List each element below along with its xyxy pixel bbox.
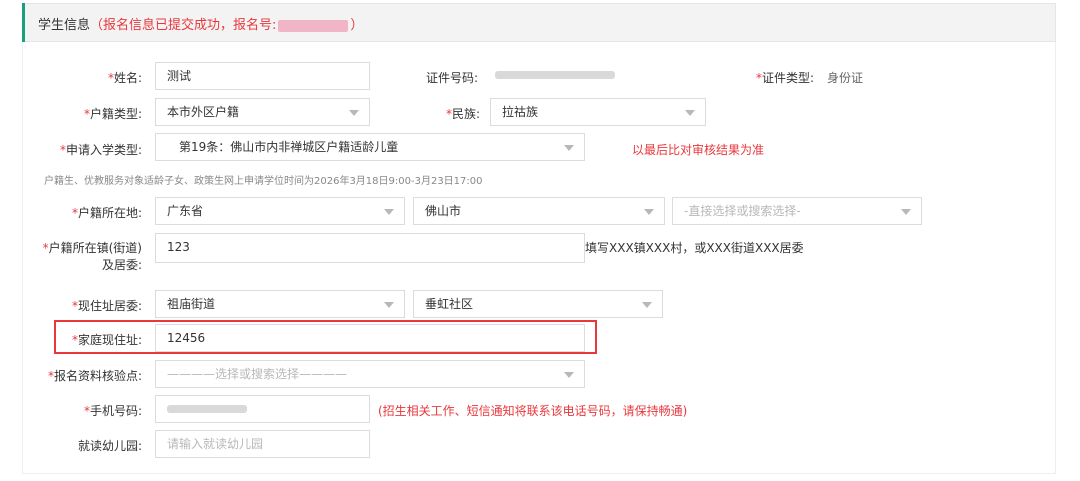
apply-time-hint: 户籍生、优教服务对象适龄子女、政策生网上申请学位时间为2026年3月18日9:0… [44,176,483,187]
ethnicity-label: *民族: [445,107,480,121]
phone-note: (招生相关工作、短信通知将联系该电话号码，请保持畅通) [378,404,688,418]
chevron-down-icon [564,145,574,151]
ethnicity-select[interactable]: 拉祜族 [490,98,706,126]
redacted-id-number [495,71,615,79]
apply-type-select[interactable]: 第19条：佛山市内非禅城区户籍适龄儿童 [155,133,585,161]
chevron-down-icon [384,302,394,308]
phone-label: *手机号码: [83,404,142,418]
verify-point-select[interactable]: ————选择或搜索选择———— [155,360,585,388]
id-type-value: 身份证 [827,71,864,85]
chevron-down-icon [642,302,652,308]
chevron-down-icon [349,110,359,116]
redacted-phone [167,405,247,413]
home-address-label: *家庭现住址: [71,333,142,347]
kindergarten-input[interactable]: 请输入就读幼儿园 [155,430,370,458]
section-title-text: 学生信息 [38,18,91,33]
current-community-select[interactable]: 垂虹社区 [413,290,663,318]
section-title: 学生信息（报名信息已提交成功，报名号: ） [38,14,363,33]
id-number-label: 证件号码: [425,71,478,85]
hukou-location-label: *户籍所在地: [71,206,142,220]
section-accent-bar [22,3,25,42]
chevron-down-icon [564,372,574,378]
hukou-city-select[interactable]: 佛山市 [413,197,665,225]
chevron-down-icon [685,110,695,116]
apply-type-note: 以最后比对审核结果为准 [632,143,765,157]
hukou-type-label: *户籍类型: [83,107,142,121]
verify-point-label: *报名资料核验点: [47,369,142,383]
hukou-province-select[interactable]: 广东省 [155,197,405,225]
current-committee-label: *现住址居委: [71,299,142,313]
hukou-town-input[interactable]: 123 [155,233,585,263]
hukou-type-select[interactable]: 本市外区户籍 [155,98,370,126]
redacted-registration-number [278,19,349,32]
id-type-label: *证件类型: [755,71,814,85]
name-input[interactable]: 测试 [155,62,370,90]
name-label: *姓名: [107,71,142,85]
hukou-district-select[interactable]: -直接选择或搜索选择- [672,197,922,225]
chevron-down-icon [901,209,911,215]
kindergarten-label: 就读幼儿园: [77,439,142,453]
home-address-input[interactable]: 12456 [155,324,585,352]
hukou-town-label: *户籍所在镇(街道) 及居委: [42,241,142,272]
chevron-down-icon [644,209,654,215]
apply-type-label: *申请入学类型: [59,143,142,157]
phone-input[interactable] [155,395,370,423]
hukou-town-hint: 填写XXX镇XXX村，或XXX街道XXX居委 [585,241,804,255]
current-street-select[interactable]: 祖庙街道 [155,290,405,318]
submit-status-close: ） [350,18,364,33]
submit-status-text: （报名信息已提交成功，报名号: [90,18,277,33]
chevron-down-icon [384,209,394,215]
